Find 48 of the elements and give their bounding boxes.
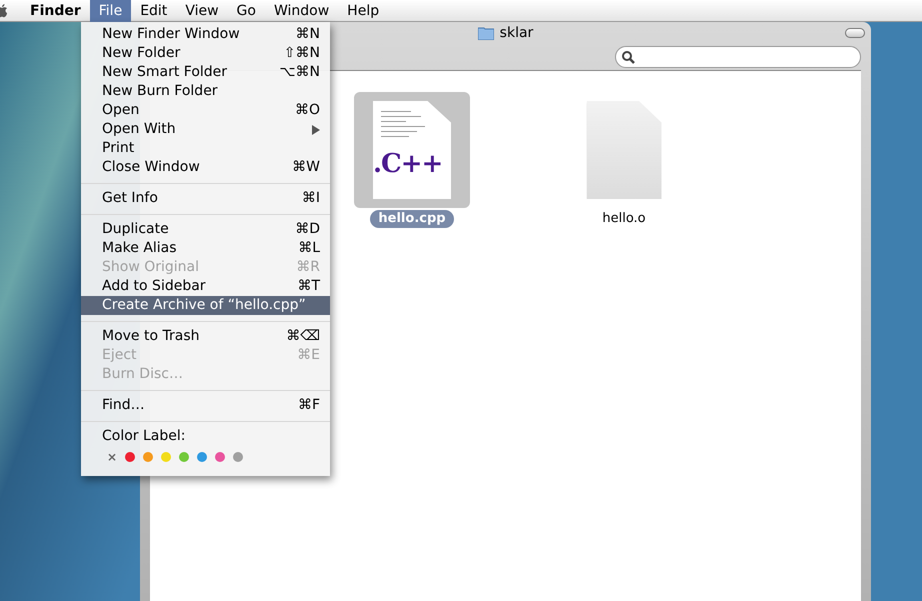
- window-title: sklar: [500, 24, 534, 42]
- menu-item[interactable]: Print: [81, 139, 330, 158]
- shortcut-label: ⌘T: [297, 277, 320, 296]
- shortcut-label: ⌘O: [294, 101, 320, 120]
- menu-item[interactable]: Add to Sidebar ⌘T: [81, 277, 330, 296]
- color-label-heading: Color Label:: [101, 427, 186, 446]
- menu-item[interactable]: Open With: [81, 120, 330, 139]
- shortcut-label: ⌘D: [295, 220, 320, 239]
- apple-logo-icon[interactable]: [0, 4, 7, 18]
- menu-item[interactable]: Open ⌘O: [81, 101, 330, 120]
- shortcut-label: ⌘R: [296, 258, 320, 277]
- menu-item[interactable]: Get Info ⌘I: [81, 189, 330, 208]
- shortcut-label: ⌘N: [296, 25, 320, 44]
- shortcut-label: ⇧⌘N: [284, 44, 320, 63]
- menu-item[interactable]: New Smart Folder ⌥⌘N: [81, 63, 330, 82]
- menu-item[interactable]: New Finder Window ⌘N: [81, 25, 330, 44]
- menu-item[interactable]: Duplicate ⌘D: [81, 220, 330, 239]
- file-name[interactable]: hello.o: [594, 210, 654, 228]
- shortcut-label: ⌘W: [292, 158, 320, 177]
- menu-bar-item[interactable]: Edit: [131, 0, 176, 22]
- menu-item[interactable]: Close Window ⌘W: [81, 158, 330, 177]
- shortcut-label: ⌘L: [298, 239, 320, 258]
- shortcut-label: ⌘⌫: [286, 327, 320, 346]
- shortcut-label: ⌘I: [302, 189, 320, 208]
- submenu-arrow-icon: [312, 124, 320, 134]
- shortcut-label: ⌘F: [298, 396, 320, 415]
- search-icon: [622, 50, 635, 64]
- menu-bar-item[interactable]: File: [90, 0, 132, 22]
- menu-item[interactable]: Find… ⌘F: [81, 396, 330, 415]
- menu-bar-item[interactable]: Go: [228, 0, 265, 22]
- blank-document-icon: [586, 101, 662, 199]
- shortcut-label: ⌥⌘N: [279, 63, 320, 82]
- folder-icon: [478, 26, 494, 40]
- menu-item[interactable]: Move to Trash ⌘⌫: [81, 327, 330, 346]
- file-icon-highlight[interactable]: .C++: [354, 92, 470, 208]
- menu-bar-item[interactable]: View: [176, 0, 228, 22]
- cpp-document-icon: .C++: [373, 101, 451, 199]
- menu-bar-item[interactable]: Help: [338, 0, 388, 22]
- menu-item[interactable]: New Burn Folder: [81, 82, 330, 101]
- toolbar-toggle-button[interactable]: [845, 28, 865, 38]
- menu-bar-item[interactable]: Window: [264, 0, 338, 22]
- no-color-option[interactable]: ×: [107, 448, 118, 466]
- shortcut-label: ⌘E: [297, 346, 320, 365]
- menu-item[interactable]: New Folder ⇧⌘N: [81, 44, 330, 63]
- search-field[interactable]: [615, 46, 861, 68]
- menu-item[interactable]: Create Archive of “hello.cpp”: [81, 296, 330, 315]
- menu-item[interactable]: Make Alias ⌘L: [81, 239, 330, 258]
- menu-bar-item[interactable]: Finder: [21, 0, 90, 22]
